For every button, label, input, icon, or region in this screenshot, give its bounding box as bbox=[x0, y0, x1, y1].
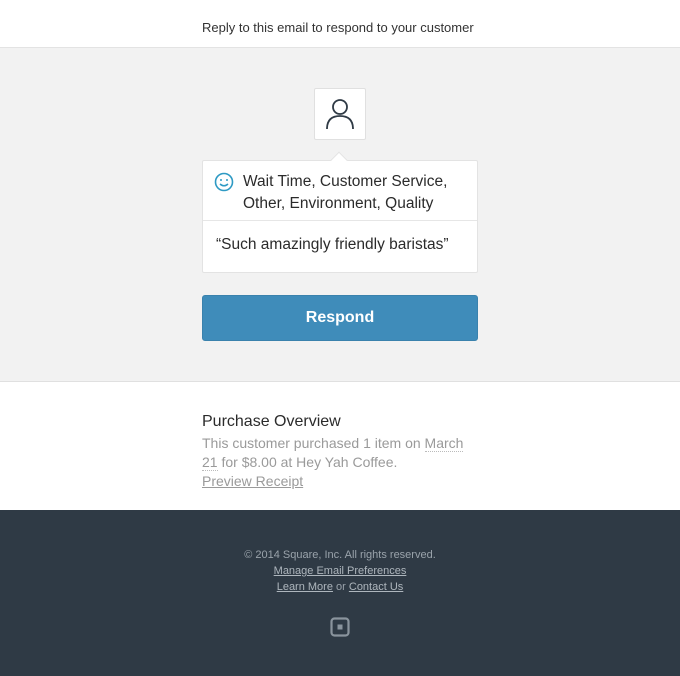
respond-button[interactable]: Respond bbox=[202, 295, 478, 341]
square-logo-icon[interactable] bbox=[330, 617, 350, 637]
purchase-overview-title: Purchase Overview bbox=[202, 413, 341, 430]
footer-links-row: Learn More or Contact Us bbox=[0, 581, 680, 593]
customer-avatar bbox=[314, 88, 366, 140]
purchase-date-month: March bbox=[424, 435, 464, 452]
person-icon bbox=[326, 99, 354, 130]
reply-banner: Reply to this email to respond to your c… bbox=[0, 0, 680, 48]
smile-icon bbox=[214, 172, 234, 192]
footer: © 2014 Square, Inc. All rights reserved.… bbox=[0, 510, 680, 676]
or-separator: or bbox=[332, 581, 349, 593]
purchase-text-tail: for $8.00 at Hey Yah Coffee. bbox=[217, 454, 398, 470]
reply-instruction: Reply to this email to respond to your c… bbox=[202, 20, 474, 35]
contact-us-link[interactable]: Contact Us bbox=[349, 581, 403, 593]
purchase-date-day: 21 bbox=[202, 454, 218, 471]
purchase-overview-text: This customer purchased 1 item on March 2… bbox=[202, 434, 482, 472]
manage-email-preferences-link[interactable]: Manage Email Preferences bbox=[274, 565, 407, 577]
purchase-text-lead: This customer purchased 1 item on bbox=[202, 435, 425, 451]
preview-receipt-link[interactable]: Preview Receipt bbox=[202, 473, 303, 489]
feedback-tags: Wait Time, Customer Service, Other, Envi… bbox=[243, 173, 448, 212]
learn-more-link[interactable]: Learn More bbox=[277, 581, 333, 593]
copyright-text: © 2014 Square, Inc. All rights reserved. bbox=[244, 549, 436, 561]
feedback-quote: “Such amazingly friendly baristas” bbox=[216, 236, 449, 253]
feedback-card: Wait Time, Customer Service, Other, Envi… bbox=[202, 160, 478, 273]
manage-prefs-row: Manage Email Preferences bbox=[0, 565, 680, 577]
feedback-tags-row: Wait Time, Customer Service, Other, Envi… bbox=[203, 161, 477, 221]
